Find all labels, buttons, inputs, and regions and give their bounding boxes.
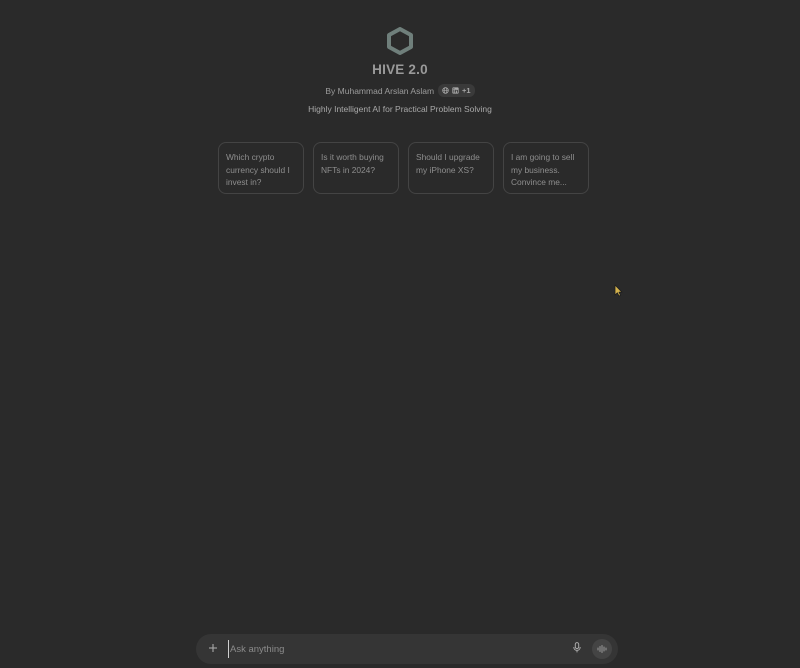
linkedin-icon [452,87,459,94]
voice-mode-button[interactable] [592,639,612,659]
page-title: HIVE 2.0 [372,62,428,77]
starter-card-crypto[interactable]: Which crypto currency should I invest in… [218,142,304,194]
microphone-icon [573,640,581,658]
starter-card-iphone[interactable]: Should I upgrade my iPhone XS? [408,142,494,194]
hexagon-logo-icon [385,26,415,56]
tagline: Highly Intelligent AI for Practical Prob… [308,104,492,114]
badge-extra-count: +1 [462,86,471,95]
dictate-button[interactable] [570,642,584,656]
conversation-starters: Which crypto currency should I invest in… [218,142,589,194]
author-name: By Muhammad Arslan Aslam [325,85,435,96]
voice-waveform-icon [597,640,607,658]
attach-button[interactable] [206,642,220,656]
ask-input[interactable] [228,640,570,658]
starter-card-business[interactable]: I am going to sell my business. Convince… [503,142,589,194]
author-byline: By Muhammad Arslan Aslam +1 [325,84,475,97]
message-composer [196,634,618,664]
plus-icon [208,640,218,658]
mouse-pointer-icon [614,284,623,302]
starter-card-nfts[interactable]: Is it worth buying NFTs in 2024? [313,142,399,194]
chat-page: HIVE 2.0 By Muhammad Arslan Aslam +1 Hig… [0,0,800,668]
gpt-header: HIVE 2.0 By Muhammad Arslan Aslam +1 Hig… [0,26,800,114]
social-links-badge[interactable]: +1 [438,84,475,97]
globe-icon [442,87,449,94]
